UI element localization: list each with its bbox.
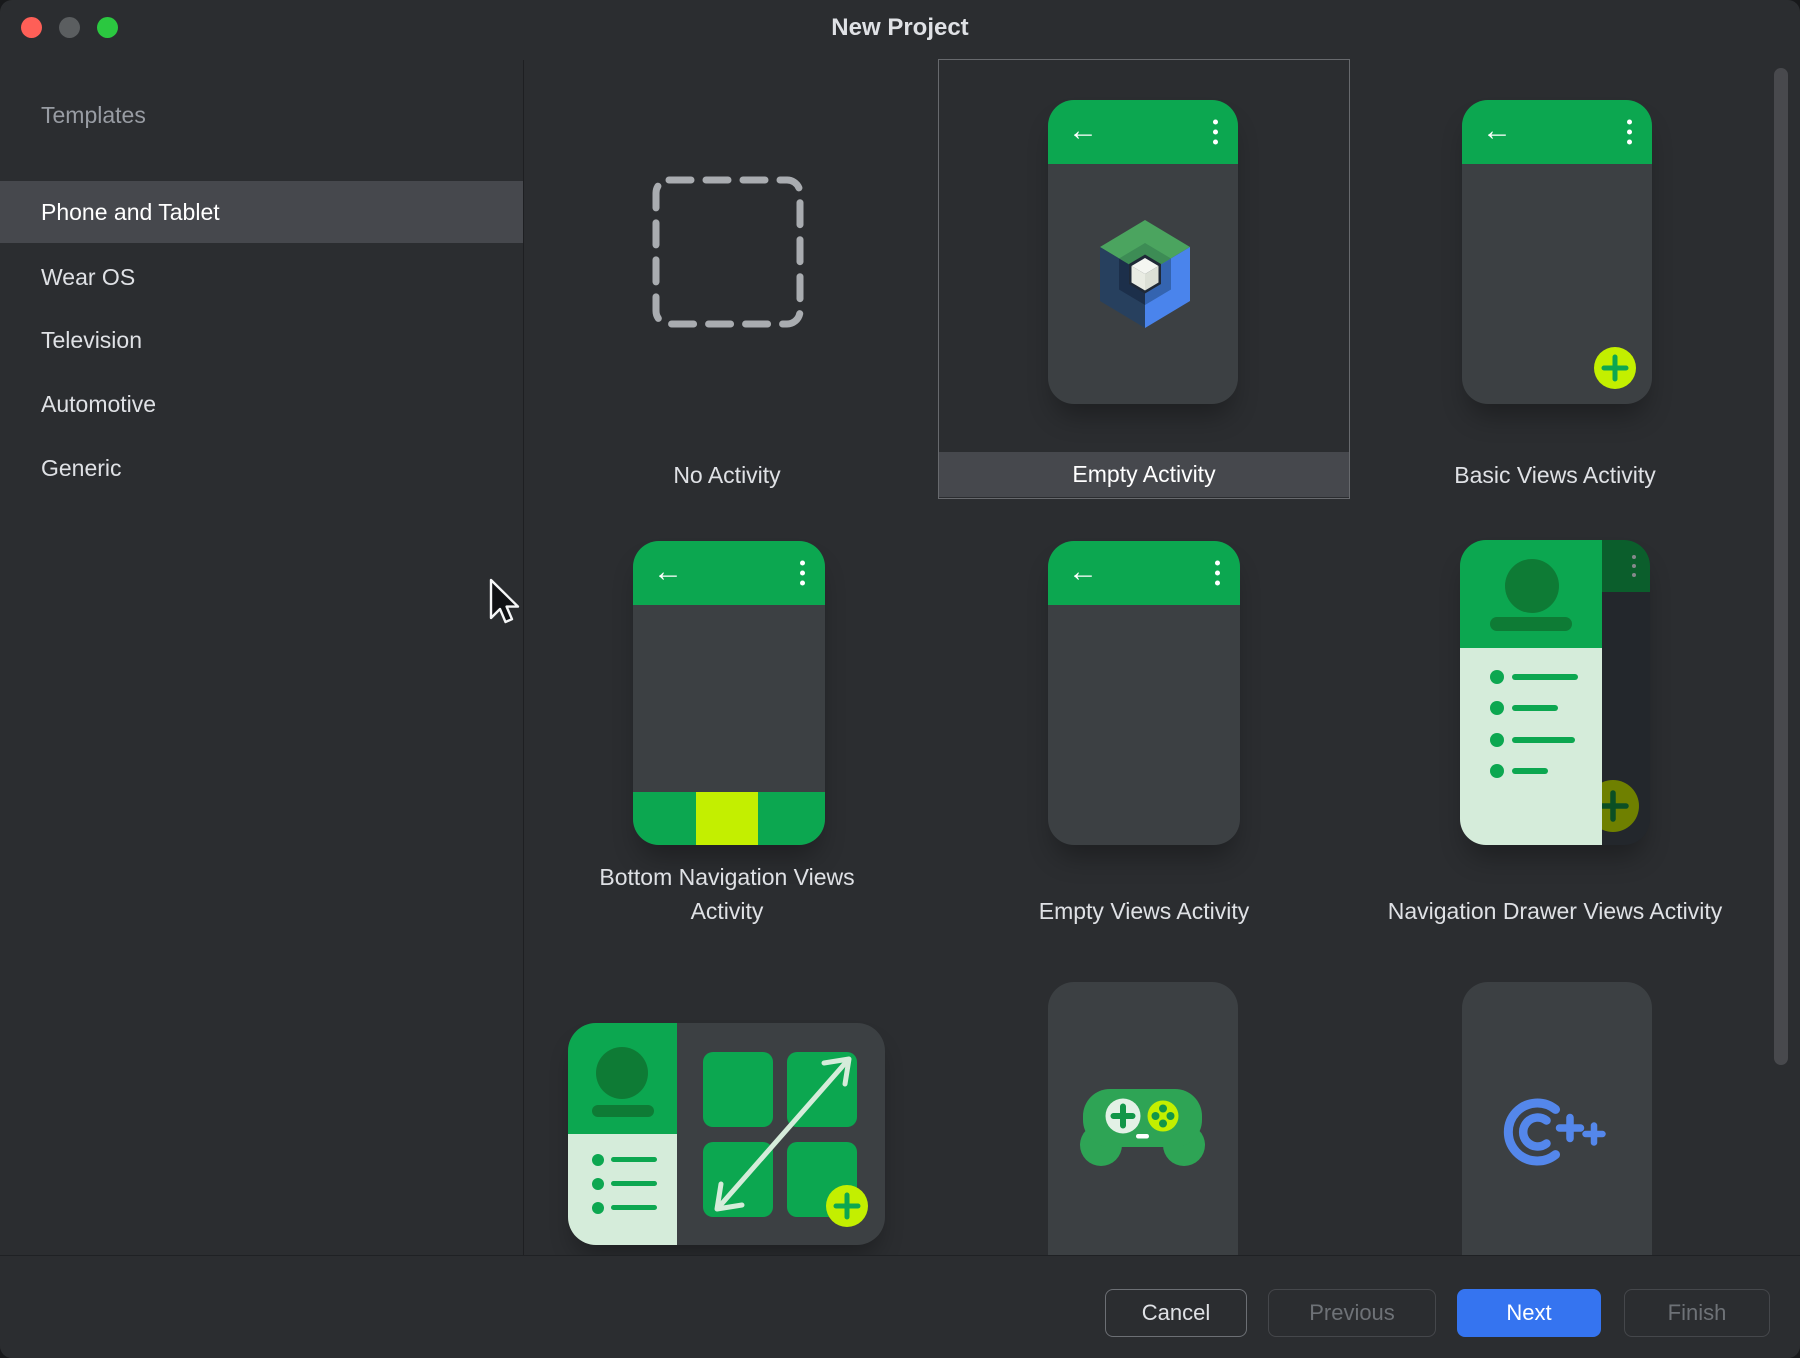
app-bar: ←	[1048, 100, 1238, 164]
sidebar-header: Templates	[41, 92, 146, 138]
phone-mockup: ←	[633, 541, 825, 845]
back-arrow-icon: ←	[1068, 557, 1098, 587]
titlebar: New Project	[0, 0, 1800, 60]
card-navigation-drawer-views-activity[interactable]: Navigation Drawer Views Activity	[1349, 500, 1761, 940]
fab-plus-icon	[826, 1185, 868, 1227]
next-button[interactable]: Next	[1457, 1289, 1601, 1337]
sidebar-item-generic[interactable]: Generic	[0, 437, 523, 499]
phone-mockup: ←	[1048, 541, 1240, 845]
card-label: Navigation Drawer Views Activity	[1349, 894, 1761, 928]
phone-mockup	[1462, 982, 1652, 1255]
zoom-window-button[interactable]	[97, 17, 118, 38]
footer: Cancel Previous Next Finish	[0, 1255, 1800, 1358]
sidebar-item-television[interactable]: Television	[0, 309, 523, 371]
app-bar: ←	[1048, 541, 1240, 605]
sidebar-item-wear-os[interactable]: Wear OS	[0, 246, 523, 308]
card-label: Bottom Navigation Views Activity	[521, 860, 933, 928]
card-native-cpp[interactable]	[1349, 941, 1761, 1255]
cpp-logo-icon	[1499, 1088, 1611, 1176]
back-arrow-icon: ←	[1482, 116, 1512, 146]
jetpack-compose-logo-icon	[1085, 212, 1205, 332]
new-project-dialog: New Project Templates Phone and Tablet W…	[0, 0, 1800, 1358]
phone-mockup	[1048, 982, 1238, 1255]
minimize-window-button[interactable]	[59, 17, 80, 38]
card-label: No Activity	[521, 452, 933, 498]
mouse-cursor	[488, 578, 522, 626]
avatar-icon	[1505, 559, 1559, 613]
window-title: New Project	[0, 0, 1800, 56]
previous-button[interactable]: Previous	[1268, 1289, 1436, 1337]
card-responsive-views[interactable]	[521, 941, 933, 1255]
drawer-menu-lines	[1460, 648, 1602, 845]
overflow-menu-icon	[800, 561, 805, 586]
gamepad-icon	[1080, 1085, 1205, 1169]
close-window-button[interactable]	[21, 17, 42, 38]
app-bar: ←	[633, 541, 825, 605]
card-basic-views-activity[interactable]: ← Basic Views Activity	[1349, 59, 1761, 499]
card-bottom-navigation-views-activity[interactable]: ← Bottom Navigation Views Activity	[521, 500, 933, 940]
tablet-mockup	[568, 1023, 885, 1245]
back-arrow-icon: ←	[1068, 116, 1098, 146]
back-arrow-icon: ←	[653, 557, 683, 587]
name-bar	[1490, 617, 1572, 631]
nav-drawer	[1460, 540, 1602, 845]
card-label: Basic Views Activity	[1349, 452, 1761, 498]
finish-button[interactable]: Finish	[1624, 1289, 1770, 1337]
overflow-menu-icon	[1215, 561, 1220, 586]
fab-plus-icon	[1594, 347, 1636, 389]
overflow-menu-icon	[1627, 120, 1632, 145]
cancel-button[interactable]: Cancel	[1105, 1289, 1247, 1337]
scrollbar-thumb[interactable]	[1774, 68, 1788, 1065]
overflow-menu-icon	[1213, 120, 1218, 145]
sidebar-item-automotive[interactable]: Automotive	[0, 373, 523, 435]
phone-mockup	[1460, 540, 1650, 845]
phone-mockup: ←	[1048, 100, 1238, 404]
overflow-menu-icon	[1632, 555, 1636, 577]
card-no-activity[interactable]: No Activity	[521, 59, 933, 499]
sidebar-item-phone-and-tablet[interactable]: Phone and Tablet	[0, 181, 523, 243]
card-label: Empty Activity	[939, 452, 1349, 497]
card-empty-activity[interactable]: ← Empty Activity	[938, 59, 1350, 499]
card-empty-views-activity[interactable]: ← Empty Views Activity	[938, 500, 1350, 940]
card-label: Empty Views Activity	[938, 894, 1350, 928]
phone-mockup: ←	[1462, 100, 1652, 404]
app-bar: ←	[1462, 100, 1652, 164]
bottom-nav-bar	[633, 792, 825, 845]
dashed-frame-icon	[652, 176, 804, 328]
card-game-activity[interactable]	[938, 941, 1350, 1255]
